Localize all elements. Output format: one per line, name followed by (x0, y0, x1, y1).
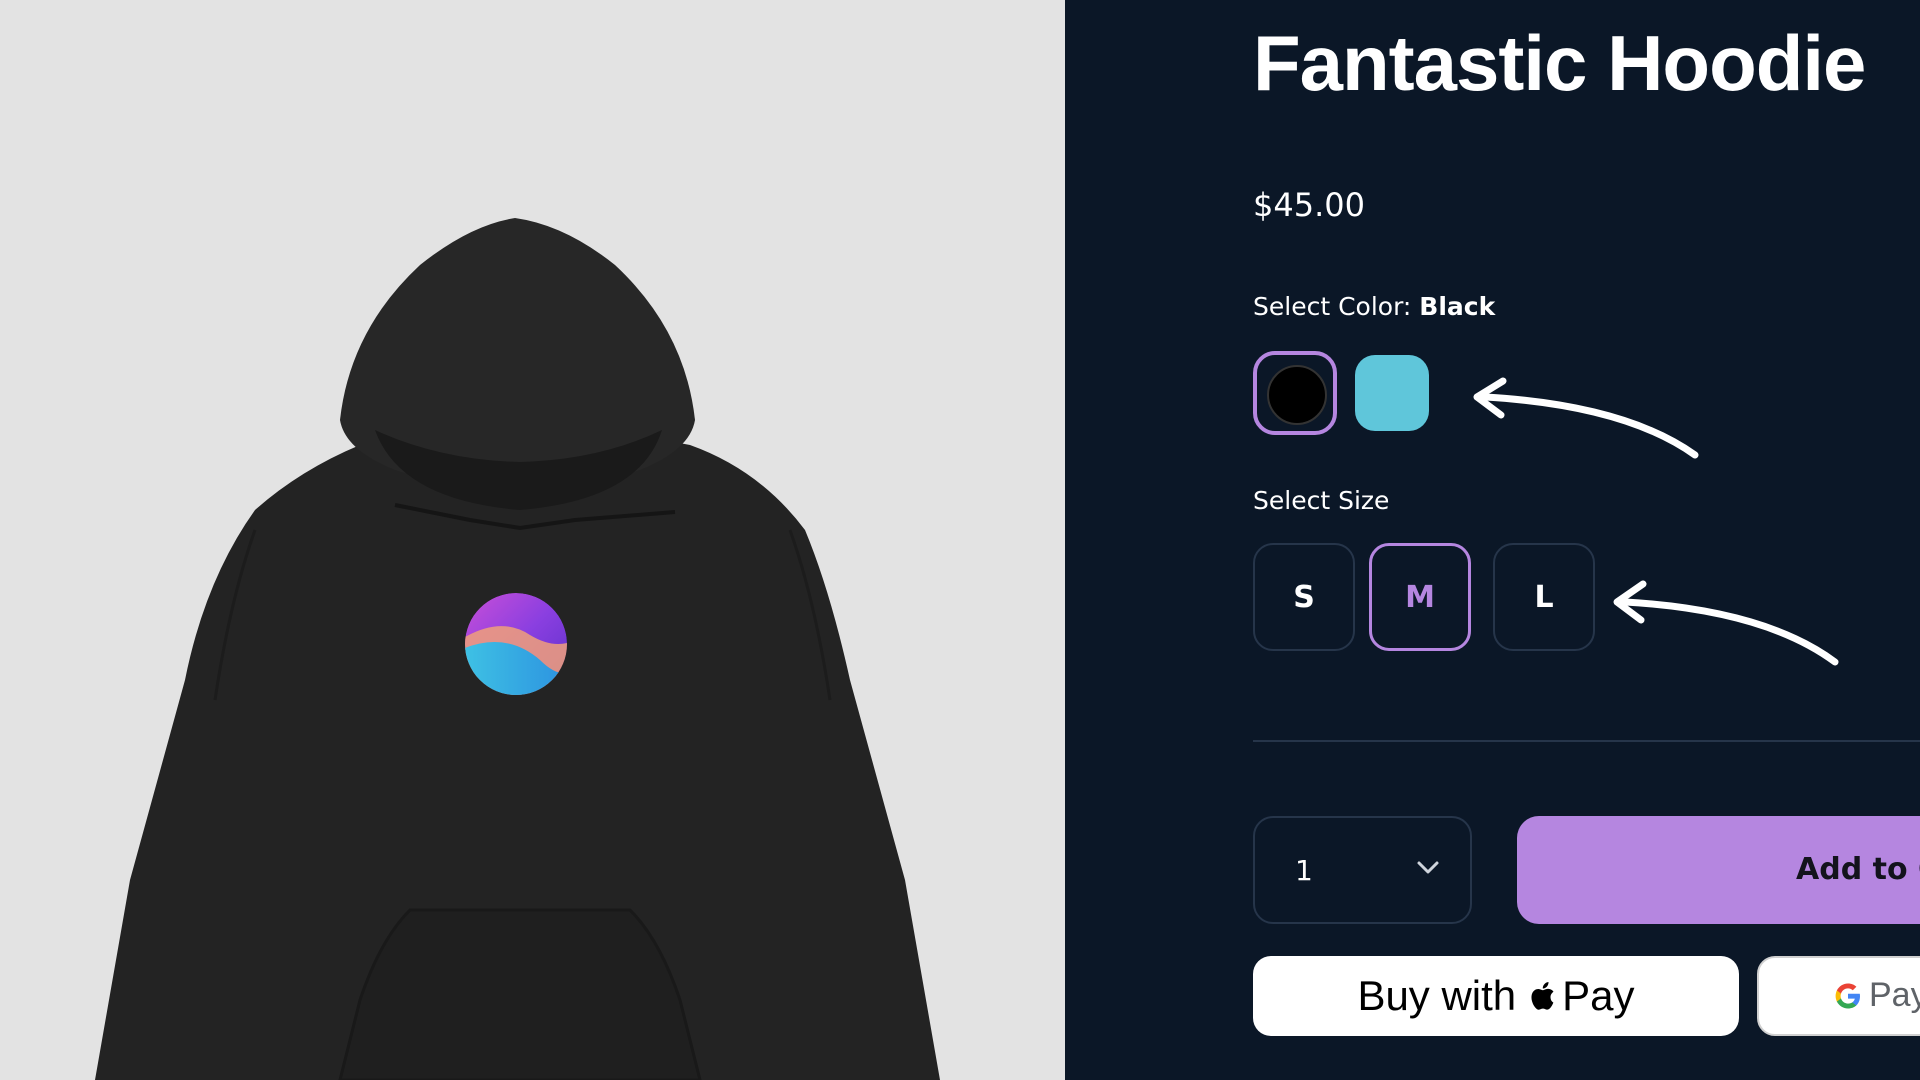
product-image (0, 0, 1065, 1080)
apple-logo-icon (1531, 982, 1554, 1010)
chevron-down-icon (1417, 861, 1439, 874)
quantity-select[interactable]: 1 (1253, 816, 1472, 924)
select-size-label: Select Size (1253, 486, 1390, 515)
swatch-black-fill (1267, 365, 1327, 425)
selected-color-name: Black (1419, 292, 1496, 321)
size-option-m[interactable]: M (1369, 543, 1471, 651)
size-option-s[interactable]: S (1253, 543, 1355, 651)
size-option-l[interactable]: L (1493, 543, 1595, 651)
apple-pay-prefix: Buy with (1357, 972, 1517, 1019)
product-price: $45.00 (1253, 186, 1365, 224)
divider (1253, 740, 1920, 742)
add-to-cart-label: Add to C (1796, 852, 1920, 887)
google-g-icon (1835, 983, 1860, 1008)
apple-pay-suffix: Pay (1562, 972, 1635, 1019)
select-color-label: Select Color: Black (1253, 292, 1495, 321)
product-title: Fantastic Hoodie (1253, 19, 1866, 107)
arrow-icon (1473, 377, 1699, 459)
apple-pay-button[interactable]: Buy with Pay (1253, 956, 1739, 1036)
quantity-value: 1 (1295, 854, 1313, 887)
hoodie-illustration (95, 218, 940, 1080)
google-pay-content: Pay (1833, 976, 1920, 1015)
product-details-panel: Fantastic Hoodie $45.00 Select Color: Bl… (1065, 0, 1920, 1080)
google-pay-button[interactable]: Pay (1757, 956, 1920, 1036)
arrow-icon (1613, 580, 1839, 666)
select-color-text: Select Color: (1253, 292, 1412, 321)
add-to-cart-button[interactable]: Add to C (1517, 816, 1920, 924)
color-swatch-light-blue[interactable] (1355, 355, 1429, 431)
google-pay-suffix: Pay (1869, 976, 1920, 1014)
product-page: Fantastic Hoodie $45.00 Select Color: Bl… (0, 0, 1920, 1080)
color-swatch-black[interactable] (1253, 351, 1337, 435)
